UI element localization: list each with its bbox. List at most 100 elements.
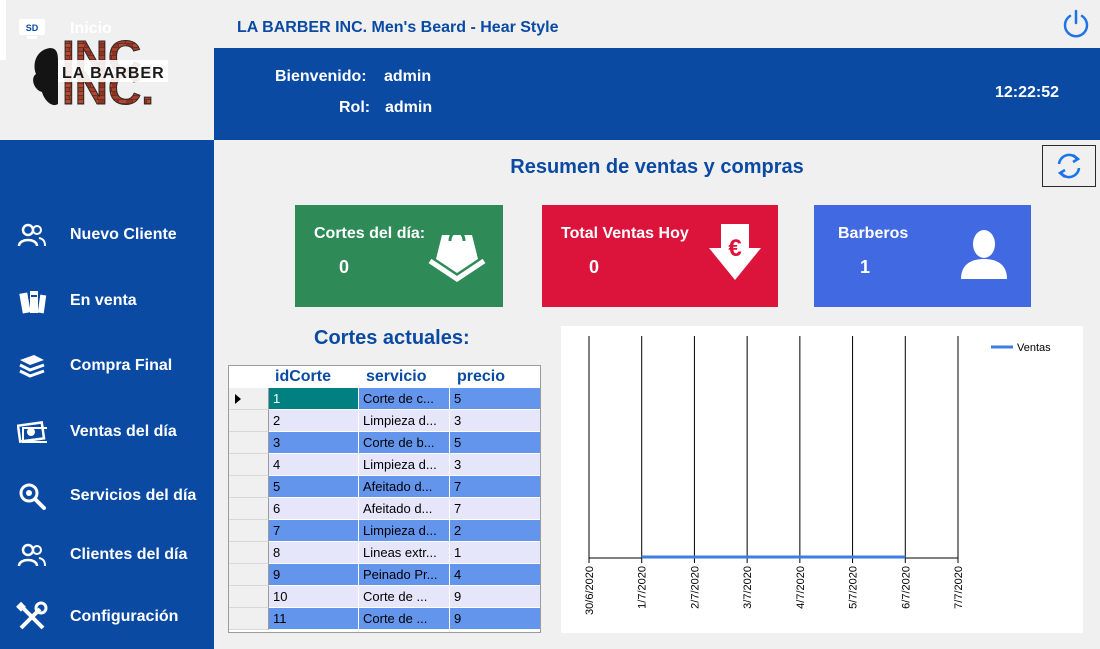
cell-precio[interactable]: 9 bbox=[450, 608, 540, 630]
table-row[interactable]: 7 Limpieza d... 2 bbox=[229, 520, 540, 542]
cell-servicio[interactable]: Corte de c... bbox=[359, 388, 449, 410]
cell-precio[interactable]: 5 bbox=[450, 388, 540, 410]
sidebar-item-clientes-del-dia[interactable]: Clientes del día bbox=[0, 527, 214, 583]
row-header[interactable] bbox=[229, 498, 269, 520]
cell-idcorte[interactable]: 4 bbox=[269, 454, 358, 476]
row-header[interactable] bbox=[229, 520, 269, 542]
cell-idcorte[interactable]: 1 bbox=[269, 388, 358, 410]
cell-servicio[interactable]: Limpieza d... bbox=[359, 410, 449, 432]
sidebar-item-servicios-del-dia[interactable]: Servicios del día bbox=[0, 468, 214, 524]
logo-text: LA BARBER bbox=[62, 65, 165, 82]
money-icon bbox=[16, 416, 48, 448]
table-row[interactable]: 3 Corte de b... 5 bbox=[229, 432, 540, 454]
table-row[interactable]: 8 Lineas extr... 1 bbox=[229, 542, 540, 564]
legend-label: Ventas bbox=[1017, 342, 1051, 354]
cell-precio[interactable]: 7 bbox=[450, 476, 540, 498]
row-header[interactable] bbox=[229, 542, 269, 564]
cell-idcorte[interactable]: 8 bbox=[269, 542, 358, 564]
cell-precio[interactable]: 1 bbox=[450, 542, 540, 564]
row-header[interactable] bbox=[229, 388, 269, 410]
cortes-card: Cortes del día: 0 bbox=[295, 205, 503, 307]
svg-text:€: € bbox=[728, 235, 741, 262]
table-row[interactable]: 6 Afeitado d... 7 bbox=[229, 498, 540, 520]
power-icon[interactable] bbox=[1060, 8, 1092, 40]
app-title: LA BARBER INC. Men's Beard - Hear Style bbox=[237, 19, 559, 36]
barberos-card: Barberos 1 bbox=[814, 205, 1031, 307]
welcome-label: Bienvenido: bbox=[275, 68, 367, 85]
cell-servicio[interactable]: Corte de b... bbox=[359, 432, 449, 454]
sidebar-item-label: Clientes del día bbox=[70, 546, 188, 563]
role-value: admin bbox=[385, 99, 433, 116]
cell-servicio[interactable]: Corte de ... bbox=[359, 608, 449, 630]
cell-precio[interactable]: 9 bbox=[450, 586, 540, 608]
users-icon bbox=[16, 219, 48, 251]
cell-servicio[interactable]: Lineas extr... bbox=[359, 542, 449, 564]
table-row[interactable]: 2 Limpieza d... 3 bbox=[229, 410, 540, 432]
sidebar-item-nuevo-cliente[interactable]: Nuevo Cliente bbox=[0, 207, 214, 263]
users-icon bbox=[16, 539, 48, 571]
cell-precio[interactable]: 7 bbox=[450, 498, 540, 520]
role-label: Rol: bbox=[339, 99, 371, 116]
cell-precio[interactable]: 3 bbox=[450, 410, 540, 432]
cell-idcorte[interactable]: 10 bbox=[269, 586, 358, 608]
row-pointer-icon bbox=[235, 394, 241, 404]
sidebar-item-inicio[interactable]: SD Inicio bbox=[0, 0, 214, 60]
cell-servicio[interactable]: Afeitado d... bbox=[359, 498, 449, 520]
sidebar: SD Inicio Nuevo Cliente En venta Compra … bbox=[0, 0, 214, 649]
row-header[interactable] bbox=[229, 476, 269, 498]
card-title: Barberos bbox=[838, 225, 909, 242]
sidebar-item-configuracion[interactable]: Configuración bbox=[0, 589, 214, 645]
row-header[interactable] bbox=[229, 564, 269, 586]
home-icon: SD bbox=[16, 13, 48, 45]
cell-idcorte[interactable]: 5 bbox=[269, 476, 358, 498]
cortes-grid[interactable]: idCorte servicio precio 1 Corte de c... 5 2… bbox=[228, 365, 541, 633]
cell-idcorte[interactable]: 7 bbox=[269, 520, 358, 542]
row-header[interactable] bbox=[229, 608, 269, 630]
table-row[interactable]: 5 Afeitado d... 7 bbox=[229, 476, 540, 498]
chart-svg: 30/6/2020 1/7/2020 2/7/2020 3/7/2020 4/7/202… bbox=[584, 336, 1051, 615]
table-row[interactable]: 4 Limpieza d... 3 bbox=[229, 454, 540, 476]
x-tick-label: 2/7/2020 bbox=[689, 566, 701, 609]
sidebar-item-label: Inicio bbox=[70, 20, 112, 37]
shopping-bag-icon bbox=[428, 230, 486, 283]
sidebar-item-en-venta[interactable]: En venta bbox=[0, 273, 214, 329]
column-header-servicio[interactable]: servicio bbox=[366, 368, 426, 386]
row-header[interactable] bbox=[229, 454, 269, 476]
cell-idcorte[interactable]: 9 bbox=[269, 564, 358, 586]
table-row[interactable]: 11 Corte de ... 9 bbox=[229, 608, 540, 630]
summary-title: Resumen de ventas y compras bbox=[510, 156, 804, 178]
cell-idcorte[interactable]: 6 bbox=[269, 498, 358, 520]
cell-servicio[interactable]: Limpieza d... bbox=[359, 520, 449, 542]
sidebar-item-ventas-del-dia[interactable]: Ventas del día bbox=[0, 404, 214, 460]
sidebar-item-label: Configuración bbox=[70, 608, 179, 625]
sidebar-item-label: Ventas del día bbox=[70, 423, 177, 440]
grid-header: idCorte servicio precio bbox=[229, 366, 540, 388]
cell-idcorte[interactable]: 3 bbox=[269, 432, 358, 454]
sidebar-item-label: En venta bbox=[70, 292, 137, 309]
cell-precio[interactable]: 4 bbox=[450, 564, 540, 586]
row-header[interactable] bbox=[229, 432, 269, 454]
table-row[interactable]: 10 Corte de ... 9 bbox=[229, 586, 540, 608]
cell-idcorte[interactable]: 11 bbox=[269, 608, 358, 630]
x-tick-label: 5/7/2020 bbox=[848, 566, 860, 609]
card-value: 0 bbox=[339, 257, 350, 277]
row-header[interactable] bbox=[229, 410, 269, 432]
refresh-button[interactable] bbox=[1042, 145, 1096, 187]
cell-precio[interactable]: 2 bbox=[450, 520, 540, 542]
cell-precio[interactable]: 3 bbox=[450, 454, 540, 476]
cell-precio[interactable]: 5 bbox=[450, 432, 540, 454]
cell-servicio[interactable]: Afeitado d... bbox=[359, 476, 449, 498]
user-header bbox=[214, 48, 1100, 140]
sidebar-item-label: Compra Final bbox=[70, 357, 173, 374]
table-row[interactable]: 9 Peinado Pr... 4 bbox=[229, 564, 540, 586]
row-header[interactable] bbox=[229, 586, 269, 608]
cell-servicio[interactable]: Peinado Pr... bbox=[359, 564, 449, 586]
sidebar-item-compra-final[interactable]: Compra Final bbox=[0, 338, 214, 394]
cell-servicio[interactable]: Corte de ... bbox=[359, 586, 449, 608]
refresh-icon bbox=[1057, 153, 1081, 179]
cell-servicio[interactable]: Limpieza d... bbox=[359, 454, 449, 476]
column-header-idcorte[interactable]: idCorte bbox=[275, 368, 331, 386]
cell-idcorte[interactable]: 2 bbox=[269, 410, 358, 432]
table-row[interactable]: 1 Corte de c... 5 bbox=[229, 388, 540, 410]
column-header-precio[interactable]: precio bbox=[457, 368, 505, 386]
